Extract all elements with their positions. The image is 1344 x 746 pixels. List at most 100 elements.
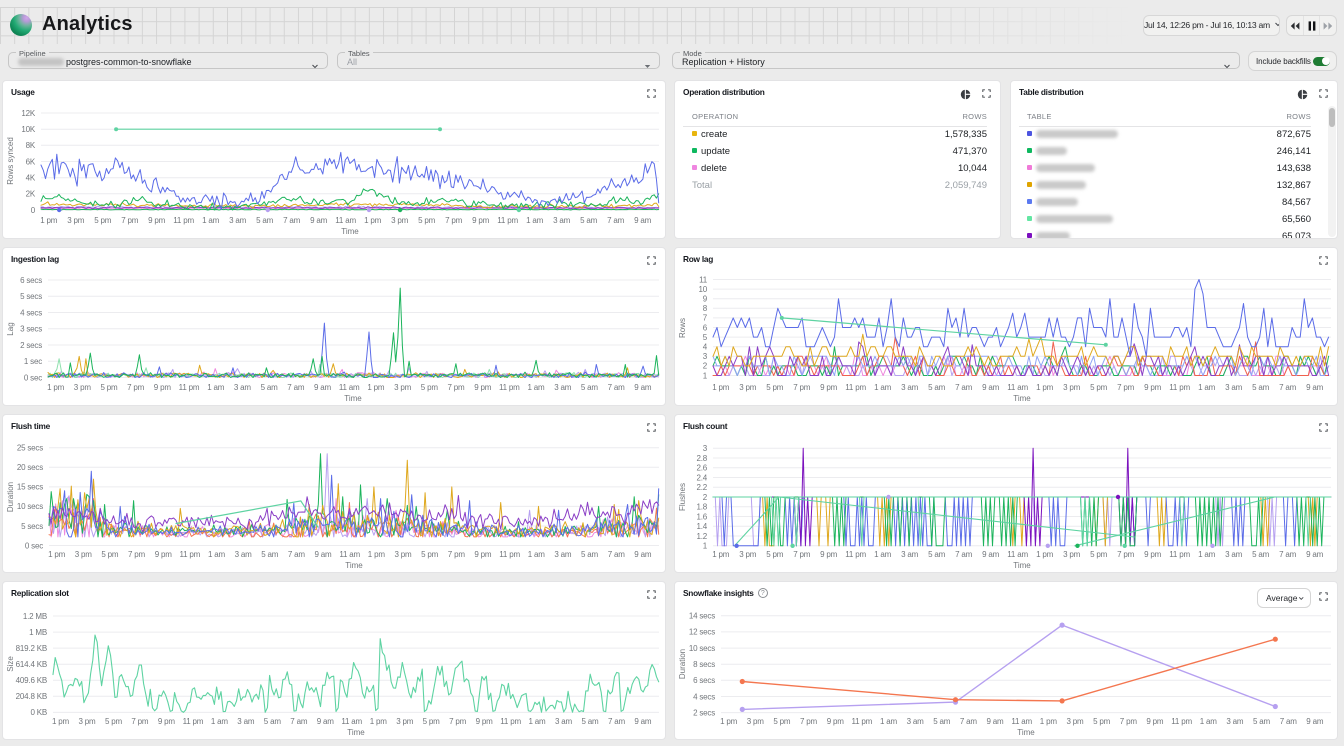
svg-text:0 KB: 0 KB (30, 708, 47, 717)
svg-text:9 pm: 9 pm (827, 717, 845, 726)
svg-text:Rows synced: Rows synced (6, 137, 15, 185)
svg-text:5 pm: 5 pm (766, 550, 784, 559)
svg-text:1.6: 1.6 (696, 512, 707, 521)
svg-text:3 pm: 3 pm (1063, 383, 1081, 392)
svg-text:5 pm: 5 pm (105, 717, 123, 726)
svg-text:2: 2 (703, 362, 708, 371)
svg-text:3 am: 3 am (901, 383, 919, 392)
svg-text:2K: 2K (26, 190, 36, 199)
svg-text:9 pm: 9 pm (474, 550, 492, 559)
svg-text:2.4: 2.4 (696, 473, 707, 482)
svg-text:5 am: 5 am (928, 550, 946, 559)
svg-text:Duration: Duration (678, 649, 687, 679)
svg-text:7 am: 7 am (290, 717, 308, 726)
svg-text:7 pm: 7 pm (127, 383, 145, 392)
svg-text:1 sec: 1 sec (24, 357, 42, 366)
svg-text:1 MB: 1 MB (29, 628, 47, 637)
svg-text:5 am: 5 am (581, 383, 599, 392)
svg-text:7 pm: 7 pm (793, 550, 811, 559)
svg-text:9: 9 (703, 295, 708, 304)
svg-text:3 pm: 3 pm (1063, 550, 1081, 559)
svg-text:9 pm: 9 pm (474, 383, 492, 392)
svg-text:3 am: 3 am (555, 717, 573, 726)
svg-text:11 pm: 11 pm (183, 717, 204, 726)
svg-text:2.6: 2.6 (696, 464, 707, 473)
svg-text:5 pm: 5 pm (1090, 383, 1108, 392)
svg-text:3 pm: 3 pm (396, 717, 414, 726)
svg-text:9 am: 9 am (634, 216, 652, 225)
svg-text:1 pm: 1 pm (52, 717, 70, 726)
svg-text:9 pm: 9 pm (148, 216, 166, 225)
svg-text:4: 4 (703, 343, 708, 352)
svg-text:2.8: 2.8 (696, 454, 707, 463)
svg-text:1 pm: 1 pm (712, 383, 730, 392)
svg-text:1 am: 1 am (202, 216, 220, 225)
svg-text:7 pm: 7 pm (1117, 383, 1135, 392)
svg-text:9 am: 9 am (634, 550, 652, 559)
svg-text:1 pm: 1 pm (1036, 550, 1054, 559)
svg-text:5 am: 5 am (582, 717, 600, 726)
svg-text:14 secs: 14 secs (689, 612, 715, 621)
svg-text:1 pm: 1 pm (1036, 383, 1054, 392)
svg-text:7 am: 7 am (960, 717, 978, 726)
svg-text:11 pm: 11 pm (851, 717, 872, 726)
svg-text:3 pm: 3 pm (1067, 717, 1085, 726)
svg-text:2: 2 (703, 493, 708, 502)
svg-text:Time: Time (344, 394, 362, 403)
svg-text:5 secs: 5 secs (21, 522, 43, 531)
svg-text:9 pm: 9 pm (155, 550, 173, 559)
svg-text:5 pm: 5 pm (94, 216, 112, 225)
svg-text:3 pm: 3 pm (394, 383, 412, 392)
svg-text:1 am: 1 am (874, 550, 892, 559)
svg-text:1 pm: 1 pm (48, 550, 66, 559)
svg-text:7 pm: 7 pm (121, 216, 139, 225)
svg-text:11 am: 11 am (335, 216, 356, 225)
svg-text:9 pm: 9 pm (154, 383, 172, 392)
svg-text:3 am: 3 am (234, 383, 252, 392)
svg-text:20 secs: 20 secs (17, 463, 43, 472)
svg-text:10K: 10K (21, 125, 35, 134)
svg-text:Duration: Duration (6, 482, 15, 512)
svg-text:5 am: 5 am (580, 216, 598, 225)
svg-text:7 am: 7 am (607, 216, 625, 225)
svg-text:10 secs: 10 secs (17, 502, 43, 511)
svg-text:5 pm: 5 pm (101, 383, 119, 392)
svg-text:5 secs: 5 secs (20, 292, 42, 301)
svg-text:15 secs: 15 secs (17, 483, 43, 492)
svg-text:1 am: 1 am (529, 717, 547, 726)
svg-text:7 pm: 7 pm (800, 717, 818, 726)
svg-text:5 pm: 5 pm (1093, 717, 1111, 726)
svg-text:1 am: 1 am (1198, 383, 1216, 392)
svg-text:1 am: 1 am (874, 383, 892, 392)
svg-text:9 am: 9 am (1306, 550, 1324, 559)
svg-text:5 pm: 5 pm (773, 717, 791, 726)
svg-text:3 pm: 3 pm (391, 216, 409, 225)
svg-text:1.8: 1.8 (696, 503, 707, 512)
svg-text:11 pm: 11 pm (500, 717, 521, 726)
svg-text:7 am: 7 am (955, 383, 973, 392)
svg-text:1: 1 (703, 371, 708, 380)
svg-text:5 am: 5 am (261, 383, 279, 392)
svg-text:5 pm: 5 pm (423, 717, 441, 726)
svg-text:Time: Time (1013, 561, 1031, 570)
svg-text:12K: 12K (21, 109, 35, 118)
svg-text:9 am: 9 am (315, 550, 333, 559)
svg-text:10: 10 (699, 285, 708, 294)
svg-text:9 pm: 9 pm (476, 717, 494, 726)
svg-text:7 pm: 7 pm (445, 216, 463, 225)
svg-text:8 secs: 8 secs (693, 660, 715, 669)
svg-text:614.4 KB: 614.4 KB (16, 660, 47, 669)
svg-text:6: 6 (703, 323, 708, 332)
svg-text:Rows: Rows (678, 318, 687, 338)
svg-text:Time: Time (345, 561, 363, 570)
svg-text:1 am: 1 am (528, 383, 546, 392)
svg-text:11 pm: 11 pm (1169, 550, 1190, 559)
svg-text:1 am: 1 am (207, 383, 225, 392)
svg-text:Time: Time (1013, 394, 1031, 403)
svg-text:9 pm: 9 pm (1146, 717, 1164, 726)
svg-text:1 pm: 1 pm (720, 717, 738, 726)
svg-text:4 secs: 4 secs (693, 692, 715, 701)
svg-text:1: 1 (703, 542, 708, 551)
svg-text:1 am: 1 am (1200, 717, 1218, 726)
svg-text:7 pm: 7 pm (1120, 717, 1138, 726)
